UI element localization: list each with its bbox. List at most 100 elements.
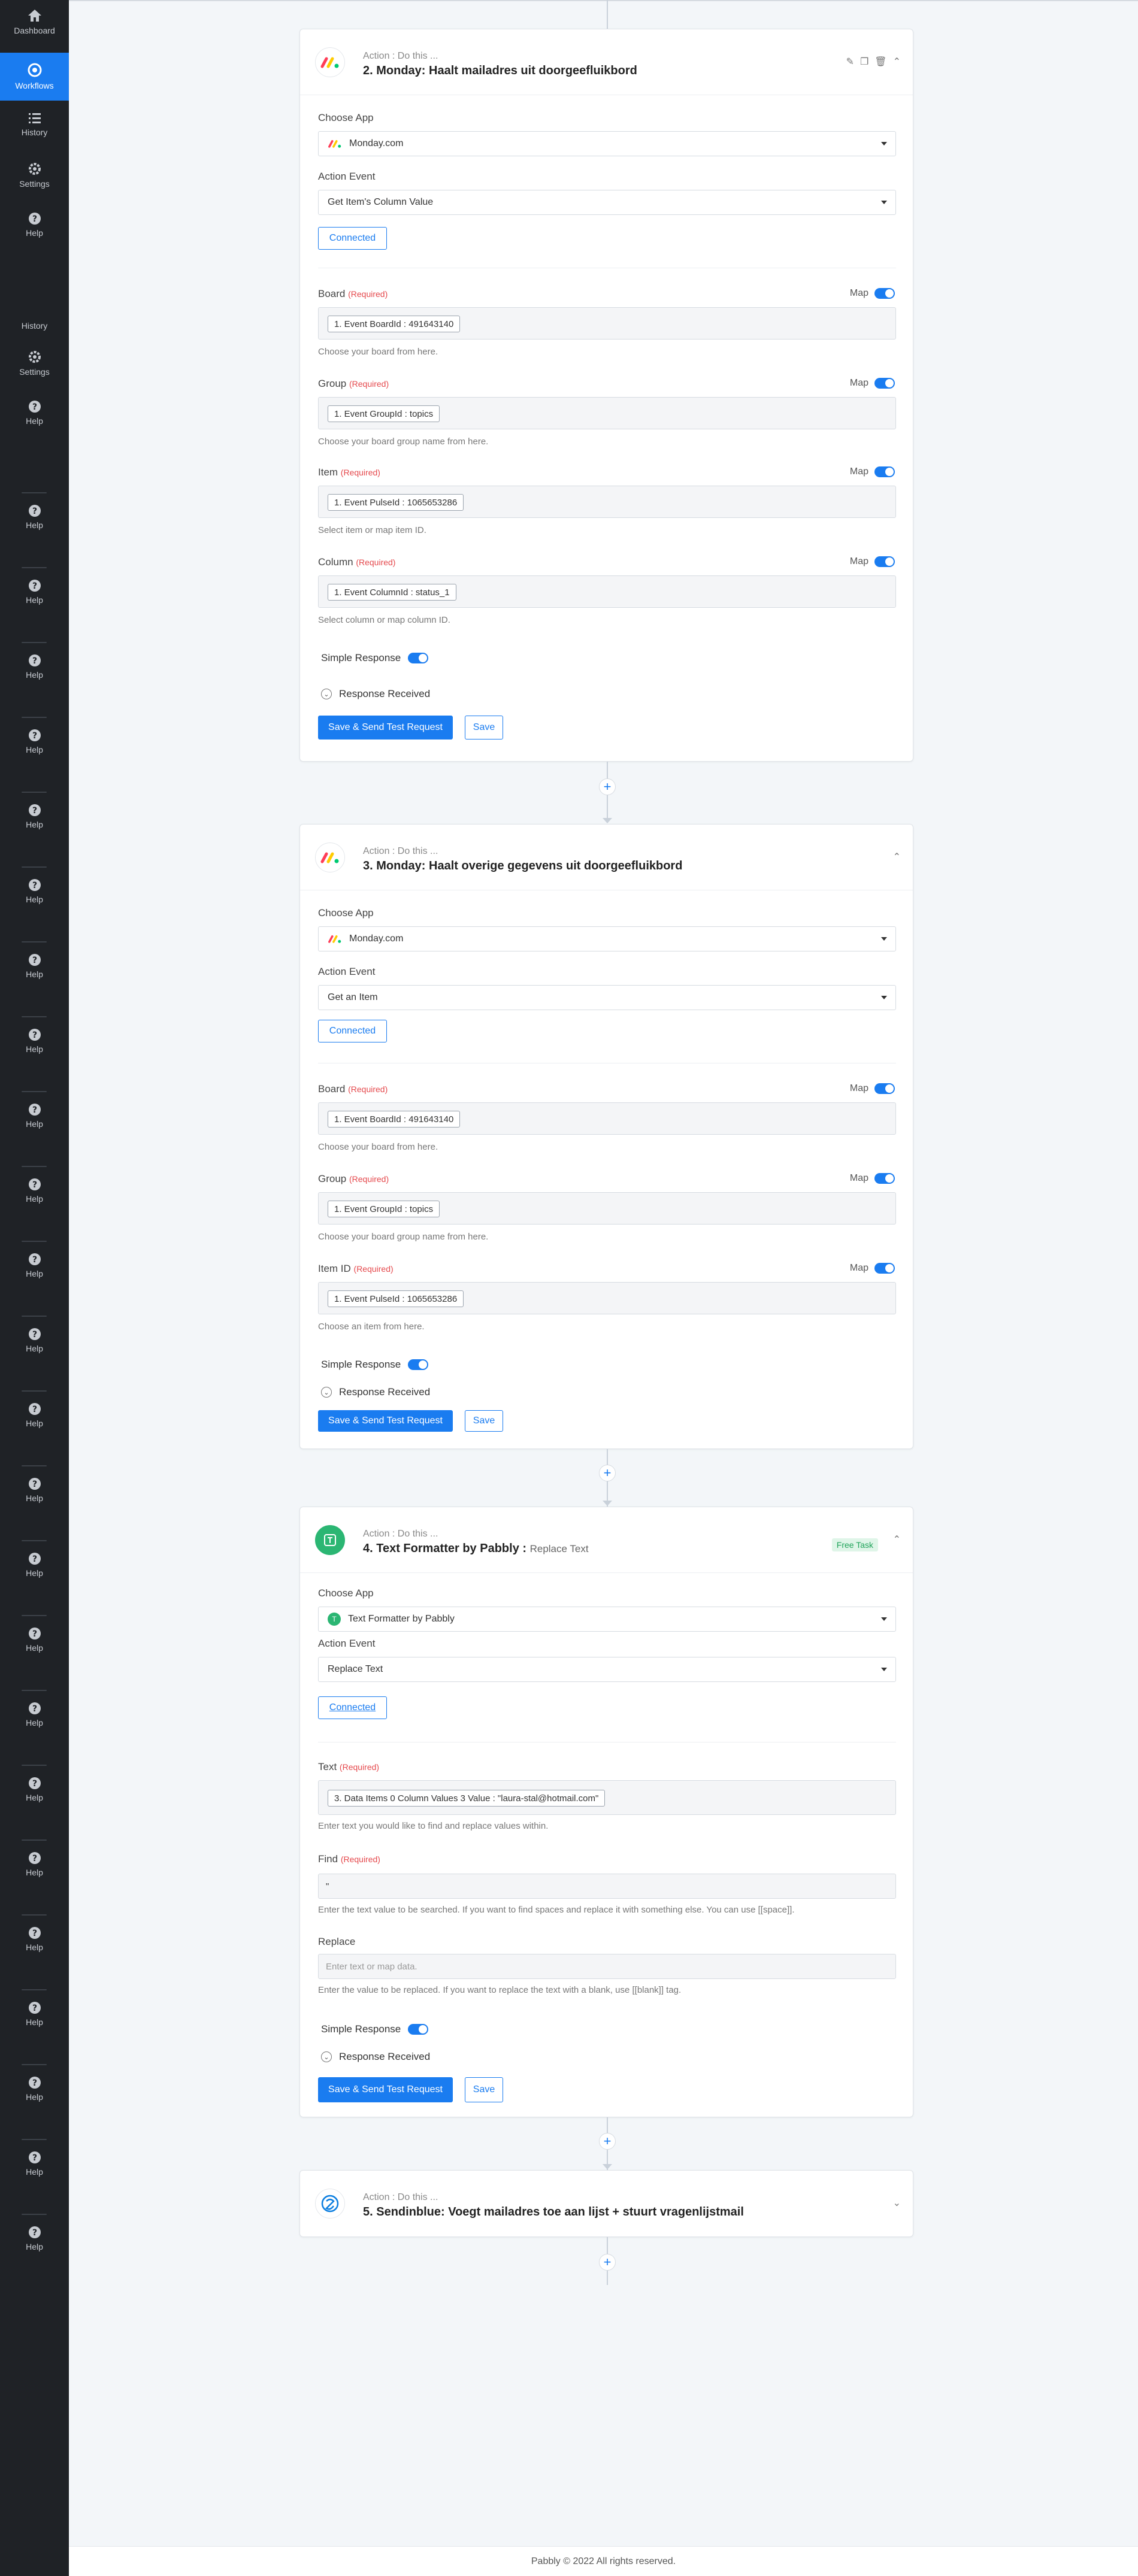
sidebar-item-help[interactable]: ? Help: [0, 400, 69, 426]
item-id-field[interactable]: 1. Event PulseId : 1065653286: [318, 1282, 896, 1314]
column-map-toggle[interactable]: Map: [850, 556, 895, 567]
step-header[interactable]: Action : Do this ... 3. Monday: Haalt ov…: [300, 825, 913, 890]
mapped-chip[interactable]: 1. Event BoardId : 491643140: [328, 316, 461, 332]
sidebar-item-help[interactable]: ? Help: [0, 2151, 69, 2177]
sidebar-item-help[interactable]: ? Help: [0, 1777, 69, 1802]
sidebar-item-settings[interactable]: Settings: [0, 162, 69, 189]
sidebar-item-help[interactable]: ? Help: [0, 504, 69, 530]
board-map-toggle[interactable]: Map: [850, 288, 895, 299]
toggle-switch[interactable]: [874, 1263, 895, 1274]
trash-icon[interactable]: 🗑: [874, 56, 886, 68]
find-input[interactable]: ": [318, 1874, 896, 1899]
response-received[interactable]: ⌄ Response Received: [321, 688, 430, 700]
step-header[interactable]: Action : Do this ... 2. Monday: Haalt ma…: [300, 29, 913, 95]
sidebar-item-help[interactable]: ? Help: [0, 804, 69, 829]
toggle-switch[interactable]: [874, 1083, 895, 1094]
sidebar-item-help[interactable]: ? Help: [0, 1402, 69, 1428]
sidebar-item-help[interactable]: ? Help: [0, 729, 69, 754]
sidebar-item-help[interactable]: ? Help: [0, 1627, 69, 1653]
add-step-button[interactable]: +: [599, 1465, 616, 1481]
step-card-5[interactable]: Action : Do this ... 5. Sendinblue: Voeg…: [299, 2170, 913, 2237]
toggle-switch[interactable]: [874, 556, 895, 567]
connected-button[interactable]: Connected: [318, 1020, 387, 1042]
item-id-map-toggle[interactable]: Map: [850, 1263, 895, 1274]
edit-icon[interactable]: ✎: [846, 56, 854, 68]
sidebar-item-help[interactable]: ? Help: [0, 1178, 69, 1204]
sidebar-item-help[interactable]: ? Help: [0, 1477, 69, 1503]
sidebar-item-help[interactable]: ? Help: [0, 1103, 69, 1129]
add-step-button[interactable]: +: [599, 778, 616, 795]
mapped-chip[interactable]: 1. Event BoardId : 491643140: [328, 1111, 461, 1128]
mapped-chip[interactable]: 1. Event PulseId : 1065653286: [328, 1290, 464, 1307]
copy-icon[interactable]: ❐: [860, 56, 868, 68]
replace-input[interactable]: Enter text or map data.: [318, 1954, 896, 1979]
board-field[interactable]: 1. Event BoardId : 491643140: [318, 1102, 896, 1135]
response-received[interactable]: ⌄ Response Received: [321, 2051, 430, 2063]
sidebar-item-help[interactable]: ? Help: [0, 878, 69, 904]
sidebar-item-help[interactable]: ? Help: [0, 579, 69, 605]
choose-app-select[interactable]: T Text Formatter by Pabbly: [318, 1607, 896, 1632]
sidebar-item-help[interactable]: ? Help: [0, 1328, 69, 1353]
item-map-toggle[interactable]: Map: [850, 466, 895, 477]
choose-app-select[interactable]: Monday.com: [318, 131, 896, 156]
sidebar-item-help[interactable]: ? Help: [0, 1028, 69, 1054]
sidebar-item-help[interactable]: ? Help: [0, 654, 69, 680]
action-event-select[interactable]: Get Item's Column Value: [318, 190, 896, 215]
save-button[interactable]: Save: [465, 1410, 503, 1432]
toggle-switch[interactable]: [874, 1173, 895, 1184]
group-map-toggle[interactable]: Map: [850, 1173, 895, 1184]
add-step-button[interactable]: +: [599, 2254, 616, 2271]
sidebar-item-help[interactable]: ? Help: [0, 2076, 69, 2102]
toggle-switch[interactable]: [874, 288, 895, 299]
simple-response-toggle[interactable]: [408, 653, 429, 663]
action-event-select[interactable]: Get an Item: [318, 985, 896, 1010]
item-field[interactable]: 1. Event PulseId : 1065653286: [318, 486, 896, 518]
mapped-chip[interactable]: 1. Event PulseId : 1065653286: [328, 494, 464, 511]
sidebar-item-help[interactable]: ? Help: [0, 1702, 69, 1728]
sidebar-item-help[interactable]: ? Help: [0, 1851, 69, 1877]
response-received[interactable]: ⌄ Response Received: [321, 1386, 430, 1398]
toggle-switch[interactable]: [874, 378, 895, 389]
sidebar-item-help[interactable]: ? Help: [0, 953, 69, 979]
sidebar-item-history[interactable]: History: [0, 321, 69, 331]
sidebar-item-help[interactable]: ? Help: [0, 2226, 69, 2251]
sidebar-item-help[interactable]: ? Help: [0, 2001, 69, 2027]
save-button[interactable]: Save: [465, 716, 503, 740]
sidebar-item-help[interactable]: ? Help: [0, 212, 69, 238]
step-header[interactable]: Action : Do this ... 5. Sendinblue: Voeg…: [300, 2171, 913, 2236]
add-step-button[interactable]: +: [599, 2133, 616, 2150]
connected-button[interactable]: Connected: [318, 227, 387, 250]
action-event-select[interactable]: Replace Text: [318, 1657, 896, 1682]
chevron-up-icon[interactable]: ⌃: [893, 56, 901, 68]
mapped-chip[interactable]: 1. Event GroupId : topics: [328, 1201, 440, 1217]
save-send-test-button[interactable]: Save & Send Test Request: [318, 716, 453, 740]
mapped-chip[interactable]: 1. Event GroupId : topics: [328, 405, 440, 422]
chevron-down-icon[interactable]: ⌄: [893, 2197, 901, 2209]
toggle-switch[interactable]: [874, 466, 895, 477]
sidebar-item-dashboard[interactable]: Dashboard: [0, 8, 69, 35]
choose-app-select[interactable]: Monday.com: [318, 926, 896, 951]
group-field[interactable]: 1. Event GroupId : topics: [318, 397, 896, 429]
sidebar-item-workflows[interactable]: Workflows: [0, 53, 69, 101]
connected-button[interactable]: Connected: [318, 1696, 387, 1719]
sidebar-item-history[interactable]: History: [0, 111, 69, 137]
save-send-test-button[interactable]: Save & Send Test Request: [318, 1410, 453, 1432]
chevron-up-icon[interactable]: ⌃: [893, 1534, 901, 1545]
text-field[interactable]: 3. Data Items 0 Column Values 3 Value : …: [318, 1780, 896, 1815]
board-field[interactable]: 1. Event BoardId : 491643140: [318, 307, 896, 340]
group-field[interactable]: 1. Event GroupId : topics: [318, 1192, 896, 1225]
sidebar-item-settings[interactable]: Settings: [0, 350, 69, 377]
mapped-chip[interactable]: 1. Event ColumnId : status_1: [328, 584, 456, 601]
simple-response-toggle[interactable]: [408, 1359, 429, 1370]
sidebar-item-help[interactable]: ? Help: [0, 1926, 69, 1952]
group-map-toggle[interactable]: Map: [850, 378, 895, 389]
save-send-test-button[interactable]: Save & Send Test Request: [318, 2077, 453, 2102]
step-header[interactable]: Action : Do this ... 4. Text Formatter b…: [300, 1507, 913, 1573]
save-button[interactable]: Save: [465, 2077, 503, 2102]
mapped-chip[interactable]: 3. Data Items 0 Column Values 3 Value : …: [328, 1790, 606, 1807]
board-map-toggle[interactable]: Map: [850, 1083, 895, 1094]
simple-response-toggle[interactable]: [408, 2024, 429, 2035]
sidebar-item-help[interactable]: ? Help: [0, 1552, 69, 1578]
chevron-up-icon[interactable]: ⌃: [893, 851, 901, 863]
column-field[interactable]: 1. Event ColumnId : status_1: [318, 575, 896, 608]
